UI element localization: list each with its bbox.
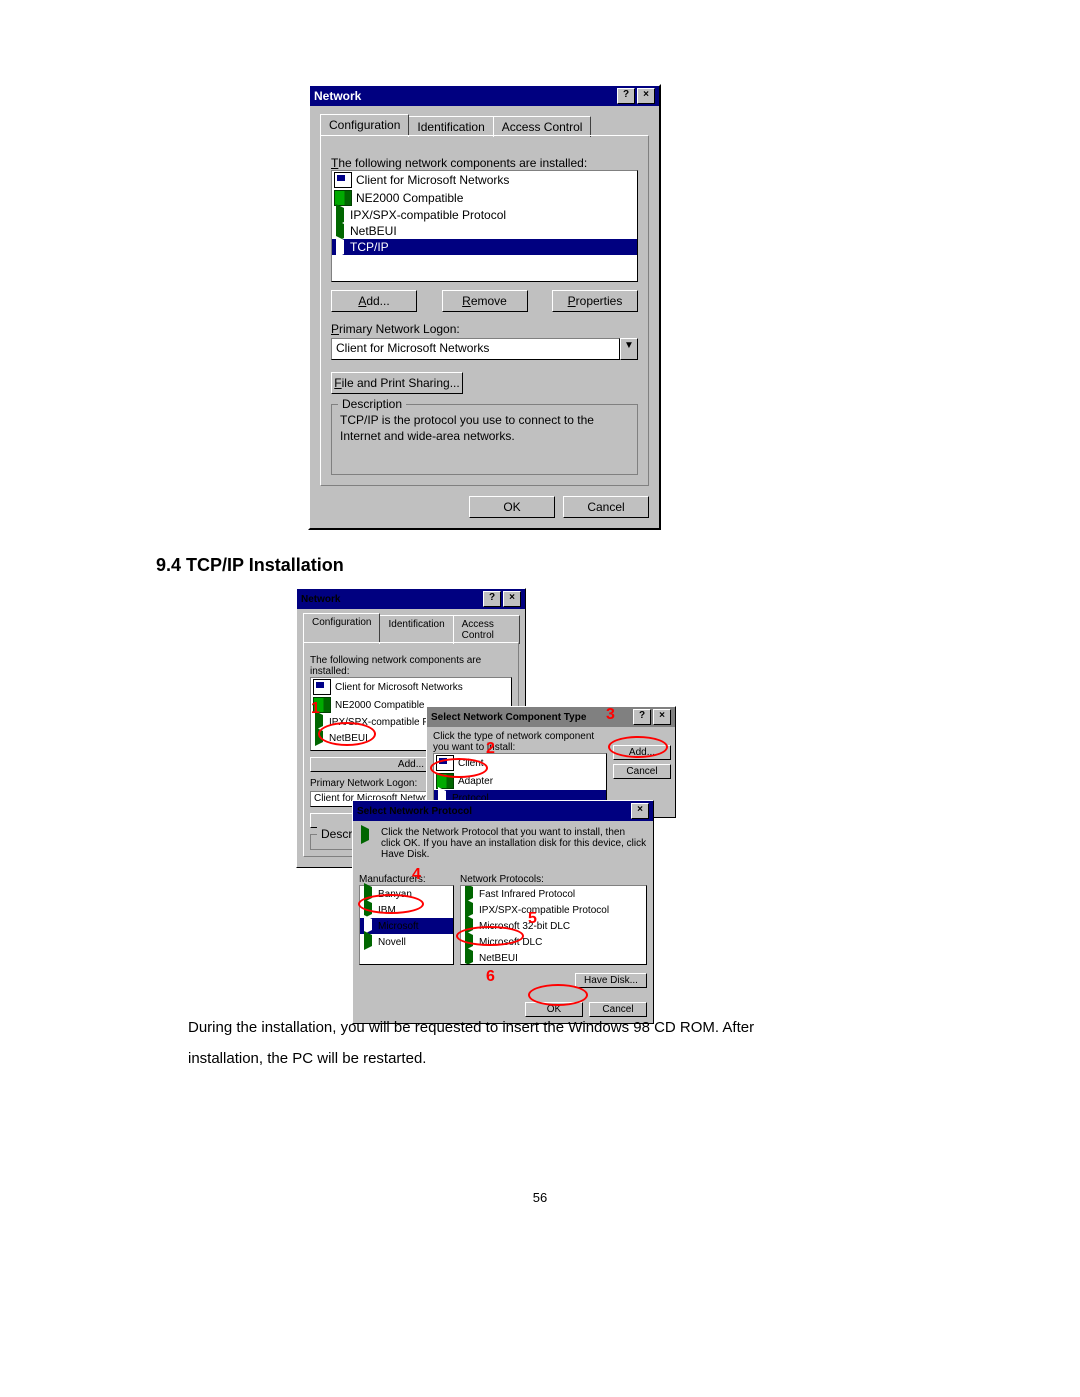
list-item-label: IPX/SPX-compatible Protocol [350,208,506,222]
list-item-label: Novell [378,937,406,948]
protocol-icon [362,935,378,949]
annotation-circle-3 [608,736,668,758]
annotation-2: 2 [486,740,495,758]
list-item-label: Fast Infrared Protocol [479,889,575,900]
annotation-1: 1 [311,700,320,718]
have-disk-button[interactable]: Have Disk... [575,973,647,988]
titlebar-text: Select Network Component Type [431,712,631,723]
primary-logon-combo[interactable]: Client for Microsoft Networks ▼ [331,338,638,360]
list-item-label: NetBEUI [350,224,397,238]
description-text: TCP/IP is the protocol you use to connec… [340,413,629,444]
list-item[interactable]: NetBEUI [332,223,637,239]
description-legend: Description [338,397,406,411]
annotation-circle-1 [318,722,376,746]
protocol-prompt: Click the Network Protocol that you want… [381,827,647,860]
close-icon[interactable]: × [631,803,649,819]
client-icon [313,679,331,695]
list-item[interactable]: Client for Microsoft Networks [311,678,511,696]
list-item[interactable]: Fast Infrared Protocol [461,886,646,902]
client-icon [334,172,352,188]
tab-configuration[interactable]: Configuration [303,613,380,642]
list-item-label: NE2000 Compatible [335,700,425,711]
list-item[interactable]: IPX/SPX-compatible Protocol [332,207,637,223]
list-item-label: Microsoft [378,921,419,932]
installed-components-label: The following network components are ins… [331,156,638,170]
titlebar-text: Select Network Protocol [357,806,629,817]
annotation-circle-5 [456,926,524,946]
list-item-selected[interactable]: TCP/IP [332,239,637,255]
list-item-label: TCP/IP [350,240,389,254]
tab-strip: Configuration Identification Access Cont… [303,613,519,642]
list-item[interactable]: Novell [360,934,453,950]
titlebar-text: Network [314,89,615,103]
help-icon[interactable]: ? [617,88,635,104]
tab-panel: The following network components are ins… [320,135,649,486]
remove-button[interactable]: Remove [442,290,528,312]
annotation-4: 4 [412,866,421,884]
list-item-selected[interactable]: Microsoft [360,918,453,934]
titlebar-text: Network [301,594,481,605]
component-type-prompt: Click the type of network component you … [433,731,607,753]
tab-access-control[interactable]: Access Control [493,116,592,137]
ok-button[interactable]: OK [469,496,555,518]
network-dialog-1: Network ? × Configuration Identification… [308,84,661,530]
body-text-line2: installation, the PC will be restarted. [188,1050,426,1067]
titlebar[interactable]: Network ? × [310,86,659,106]
titlebar-inactive[interactable]: Select Network Component Type ? × [427,707,675,727]
installation-screenshot: Network ? × Configuration Identification… [296,588,835,1008]
protocols-label: Network Protocols: [460,874,647,885]
close-icon[interactable]: × [653,709,671,725]
list-item-label: Client for Microsoft Networks [335,682,463,693]
list-item[interactable]: Client for Microsoft Networks [332,171,637,189]
protocol-icon [334,240,350,254]
components-listbox[interactable]: Client for Microsoft Networks NE2000 Com… [331,170,638,282]
protocols-listbox[interactable]: Fast Infrared Protocol IPX/SPX-compatibl… [460,885,647,965]
body-text-line1: During the installation, you will be req… [188,1019,754,1036]
close-icon[interactable]: × [637,88,655,104]
annotation-circle-4 [358,894,424,914]
cancel-button[interactable]: Cancel [563,496,649,518]
add-button[interactable]: Add... [331,290,417,312]
list-item-label: NetBEUI [479,953,518,964]
chevron-down-icon[interactable]: ▼ [620,338,638,360]
properties-button[interactable]: Properties [552,290,638,312]
tab-strip: Configuration Identification Access Cont… [320,114,649,135]
list-item[interactable]: IPX/SPX-compatible Protocol [461,902,646,918]
close-icon[interactable]: × [503,591,521,607]
cancel-button[interactable]: Cancel [589,1002,647,1017]
titlebar[interactable]: Network ? × [297,589,525,609]
section-heading: 9.4 TCP/IP Installation [156,555,344,576]
tab-identification[interactable]: Identification [379,615,453,644]
list-item-label: IPX/SPX-compatible Protocol [479,905,609,916]
primary-logon-label: Primary Network Logon: [331,322,638,336]
protocol-icon [359,829,375,843]
combo-value: Client for Microsoft Networks [331,338,620,360]
installed-components-label: The following network components are ins… [310,655,512,677]
annotation-circle-2 [430,758,488,778]
titlebar[interactable]: Select Network Protocol × [353,801,653,821]
annotation-3: 3 [606,706,615,724]
list-item[interactable]: NetBEUI [461,950,646,965]
help-icon[interactable]: ? [483,591,501,607]
list-item-label: NE2000 Compatible [356,191,463,205]
tab-configuration[interactable]: Configuration [320,114,409,135]
list-item[interactable]: NE2000 Compatible [332,189,637,207]
tab-access-control[interactable]: Access Control [453,615,520,644]
page-number: 56 [0,1190,1080,1205]
tab-identification[interactable]: Identification [408,116,493,137]
cancel-button[interactable]: Cancel [613,764,671,779]
annotation-5: 5 [528,910,537,928]
file-print-sharing-button[interactable]: File and Print Sharing... [331,372,463,394]
annotation-circle-6 [528,984,588,1006]
help-icon[interactable]: ? [633,709,651,725]
description-fieldset: Description TCP/IP is the protocol you u… [331,404,638,475]
manufacturers-label: Manufacturers: [359,874,454,885]
annotation-6: 6 [486,968,495,986]
list-item-label: Client for Microsoft Networks [356,173,509,187]
